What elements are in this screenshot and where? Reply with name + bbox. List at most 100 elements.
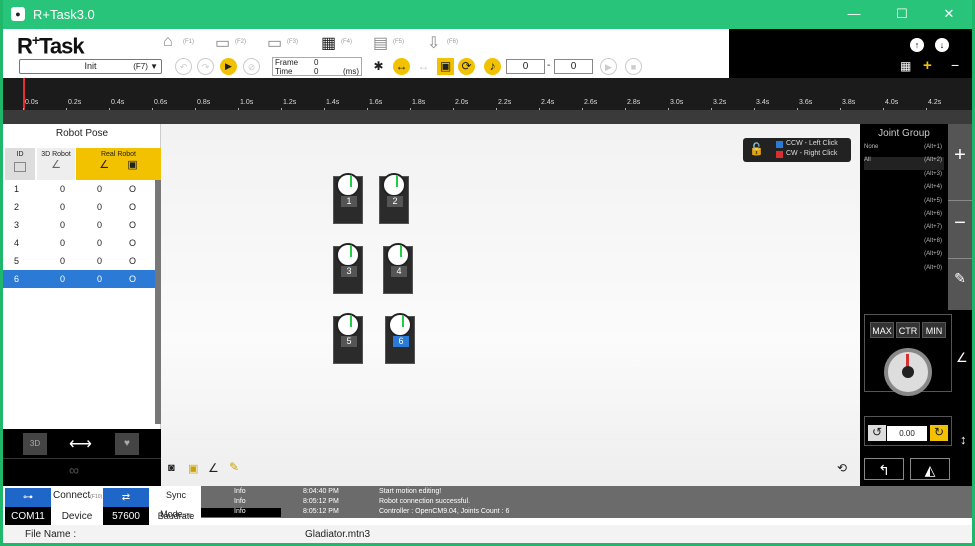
minus-icon[interactable]: − [951,57,959,73]
range-start-input[interactable]: 0 [506,59,545,74]
pose-row[interactable]: 400O [3,234,155,252]
motion-mode-icon[interactable]: ▦ (F4) [321,33,352,53]
baudrate-value[interactable]: 57600 [103,507,149,526]
message-log[interactable]: Info 8:04:40 PM Start motion editing! Info 8… [201,486,972,518]
monitor-mode-icon[interactable]: ▭ (F3) [267,33,298,53]
3d-viewport[interactable]: 123456 ◙ ▣ ∠ ✎ ⟲ [161,124,860,486]
remove-group-icon[interactable]: − [948,212,972,235]
connect-cable-icon[interactable]: ⊶ [5,488,51,507]
timeline-tick-label: 3.6s [799,99,813,106]
stop-icon[interactable]: ⊘ [243,58,260,75]
music-note-icon[interactable]: ♪ [484,58,501,75]
joint-group-item[interactable]: (Alt+3) [864,171,944,184]
angle-tool-icon[interactable]: ∠ [208,461,219,475]
pose-row[interactable]: 600O [3,270,155,288]
joint-group-item[interactable]: (Alt+7) [864,224,944,237]
timeline-track[interactable] [3,110,972,124]
sync-icon[interactable]: ⟳ [458,58,475,75]
timeline-tick-label: 2.2s [498,99,512,106]
edit-group-icon[interactable]: ✎ [948,270,972,287]
robot-3d-icon[interactable]: 3D [23,433,47,455]
column-real-robot[interactable]: Real Robot ∠ ▣ [76,148,161,180]
servo-dial[interactable] [336,243,360,267]
log-row: Info 8:04:40 PM Start motion editing! [234,488,442,495]
timeline-tick-label: 4.0s [885,99,899,106]
servo-4[interactable]: 4 [383,243,413,294]
angle-side-icon[interactable]: ∠ [956,350,968,366]
joint-group-item[interactable]: (Alt+4) [864,184,944,197]
timeline[interactable]: 0.0s 0.2s 0.4s 0.6s 0.8s 1.0s 1.2s 1.4s 1.6s 1.8s… [3,78,972,124]
maximize-button[interactable]: ☐ [891,5,913,23]
music-stop-icon[interactable]: ■ [625,58,642,75]
servo-dial[interactable] [382,173,406,197]
motion-select[interactable]: Init (F7) ▼ [19,59,162,74]
joint-group-item[interactable]: (Alt+8) [864,238,944,251]
time-value[interactable]: 0 [314,67,318,76]
column-3d-robot[interactable]: 3D Robot ∠ [37,148,75,180]
pose-row[interactable]: 500O [3,252,155,270]
joint-group-item[interactable]: (Alt+6) [864,211,944,224]
music-play-icon[interactable]: ▶ [600,58,617,75]
connect-button[interactable]: Connect(F10) [53,486,102,505]
link-icon[interactable]: ∞ [69,462,79,478]
disabled-arrows-icon[interactable]: ↔ [415,58,432,75]
rotate-ccw-icon[interactable]: ↺ [868,425,886,441]
filmstrip-icon[interactable]: ▦ [900,59,911,73]
ctr-button[interactable]: CTR [896,322,920,338]
pose-row[interactable]: 300O [3,216,155,234]
redo-icon[interactable]: ↷ [197,58,214,75]
pose-row[interactable]: 100O [3,180,155,198]
mirror-arrows-icon[interactable]: ↔ [393,58,410,75]
add-group-icon[interactable]: + [948,144,972,167]
upload-icon[interactable]: ↑ [910,38,924,52]
servo-1[interactable]: 1 [333,173,363,224]
minimize-button[interactable]: — [843,5,865,23]
lock-icon[interactable]: 🔓 [749,142,764,158]
turn-back-icon[interactable]: ↰ [864,458,904,480]
undo-icon[interactable]: ↶ [175,58,192,75]
servo-2[interactable]: 2 [379,173,409,224]
joint-group-item[interactable]: (Alt+9) [864,251,944,264]
rotate-cw-icon[interactable]: ↻ [930,425,948,441]
servo-5[interactable]: 5 [333,313,363,364]
download-mode-icon[interactable]: ⇩ (F6) [427,33,458,53]
sync-mode-button[interactable]: Sync Mode(F9) [151,486,201,519]
vertical-resize-icon[interactable]: ↕ [960,432,967,447]
angle-input[interactable]: 0.00 [887,426,927,441]
pose-row[interactable]: 200O [3,198,155,216]
clapper-mode-icon[interactable]: ▤ (F5) [373,33,404,53]
servo-dial[interactable] [386,243,410,267]
sync-link-icon[interactable]: ⇄ [103,488,149,507]
play-icon[interactable]: ▶ [220,58,237,75]
com-port[interactable]: COM11 [5,507,51,526]
joint-group-item[interactable]: (Alt+0) [864,265,944,278]
joint-group-item[interactable]: (Alt+5) [864,198,944,211]
home-mode-icon[interactable]: ⌂ (F1) [163,33,194,53]
servo-dial[interactable] [336,313,360,337]
frame-value[interactable]: 0 [314,58,318,67]
settings-gear-icon[interactable]: ✱ [370,58,387,75]
box-icon[interactable]: ▣ [188,462,198,475]
rotate-view-icon[interactable]: ⟲ [837,461,847,475]
joint-dial[interactable] [884,348,932,396]
range-end-input[interactable]: 0 [554,59,593,74]
joint-group-item[interactable]: None (Alt+1) [864,144,944,157]
image-icon[interactable]: ▣ [437,58,454,75]
close-button[interactable]: ✕ [938,5,960,23]
real-robot-icon[interactable]: ♥ [115,433,139,455]
servo-3[interactable]: 3 [333,243,363,294]
code-mode-icon[interactable]: ▭ (F2) [215,33,246,53]
log-row: Info 8:05:12 PM Robot connection successfu… [234,498,471,505]
min-button[interactable]: MIN [922,322,946,338]
max-button[interactable]: MAX [870,322,894,338]
servo-6[interactable]: 6 [385,313,415,364]
joint-group-item[interactable]: All (Alt+2) [864,157,944,171]
servo-dial[interactable] [336,173,360,197]
swap-arrows-icon[interactable]: ⟷ [69,434,92,454]
camera-icon[interactable]: ◙ [168,462,175,474]
download-icon[interactable]: ↓ [935,38,949,52]
add-icon[interactable]: + [923,57,932,74]
mirror-icon[interactable]: ◭ [910,458,950,480]
servo-dial[interactable] [388,313,412,337]
pencil-icon[interactable]: ✎ [229,460,239,474]
